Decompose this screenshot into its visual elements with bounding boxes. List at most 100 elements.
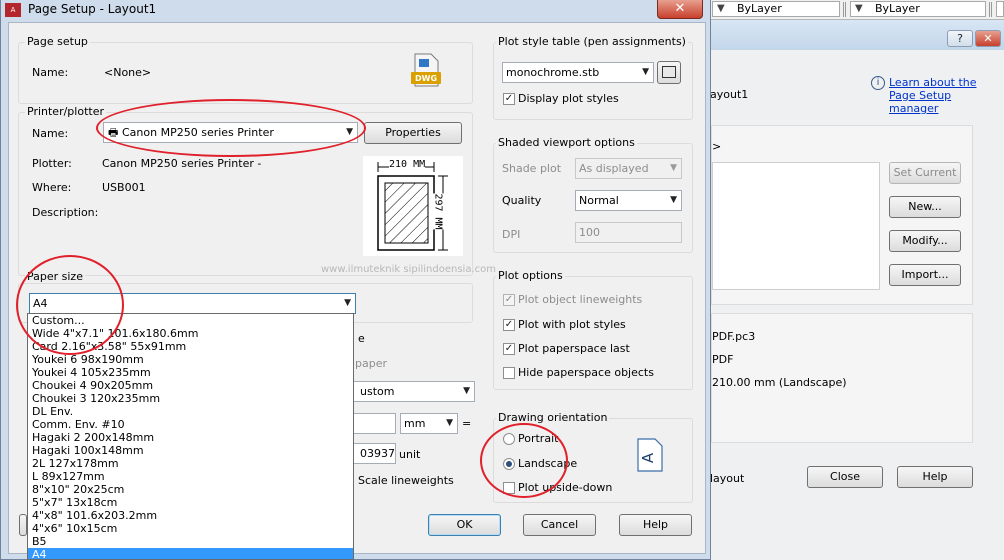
- help-caption-button[interactable]: ?: [947, 30, 973, 47]
- hidden-group-fragment: e: [358, 332, 365, 345]
- paper-size-option[interactable]: Youkei 6 98x190mm: [28, 353, 353, 366]
- dialog-title-bar: A Page Setup - Layout1 ✕: [1, 0, 712, 22]
- where-label: Where:: [32, 181, 72, 194]
- plotter-label: Plotter:: [32, 157, 72, 170]
- paper-size-option[interactable]: DL Env.: [28, 405, 353, 418]
- dialog-title: Page Setup - Layout1: [28, 2, 157, 16]
- shade-plot-value: As displayed: [579, 162, 649, 175]
- detail-plotter: PDF: [712, 353, 734, 366]
- scale-lineweights-label: Scale lineweights: [358, 474, 454, 487]
- page-setup-group: [18, 42, 473, 104]
- cancel-button[interactable]: Cancel: [523, 514, 596, 536]
- modify-button[interactable]: Modify...: [889, 230, 961, 252]
- edit-plot-style-button[interactable]: [657, 61, 681, 84]
- paper-preview: 210 MM 297 MM: [363, 156, 463, 256]
- orientation-group-label: Drawing orientation: [496, 411, 610, 424]
- orientation-preview-icon: A: [637, 438, 663, 472]
- chevron-down-icon: ▼: [344, 298, 351, 308]
- chevron-down-icon: ▼: [717, 3, 725, 14]
- paper-size-option[interactable]: L 89x127mm: [28, 470, 353, 483]
- close-icon: ✕: [674, 1, 686, 16]
- scale-unit-value: 03937: [360, 447, 395, 460]
- plot-style-editor-icon: [662, 66, 676, 78]
- plot-area-combo[interactable]: ustom ▼: [346, 381, 475, 402]
- plot-with-styles-label: Plot with plot styles: [518, 318, 626, 331]
- plot-style-value: monochrome.stb: [506, 66, 600, 79]
- color-combo[interactable]: ▼ ByLayer: [712, 1, 840, 17]
- plot-with-styles-checkbox[interactable]: ✓: [503, 319, 515, 331]
- plot-lineweights-label: Plot object lineweights: [518, 293, 643, 306]
- paper-size-option[interactable]: Choukei 4 90x205mm: [28, 379, 353, 392]
- dpi-label: DPI: [502, 228, 521, 241]
- ok-button[interactable]: OK: [428, 514, 501, 536]
- plot-style-combo[interactable]: monochrome.stb ▼: [502, 62, 654, 83]
- plot-area-value: ustom: [360, 385, 395, 398]
- paper-size-option[interactable]: 2L 127x178mm: [28, 457, 353, 470]
- page-setups-list[interactable]: [712, 162, 880, 290]
- equals-sign: =: [462, 417, 472, 430]
- watermark-text: www.ilmuteknik sipilindoensia.com: [321, 264, 496, 275]
- toolbar-separator: [989, 2, 992, 17]
- display-plot-styles-checkbox[interactable]: ✓: [503, 93, 515, 105]
- manager-close-btn[interactable]: Close: [807, 466, 883, 488]
- paper-size-option[interactable]: Comm. Env. #10: [28, 418, 353, 431]
- paper-size-option[interactable]: A4: [28, 548, 353, 559]
- manager-close-button[interactable]: ✕: [975, 30, 1001, 47]
- setup-name-value: <None>: [104, 66, 152, 79]
- paper-size-option[interactable]: Youkei 4 105x235mm: [28, 366, 353, 379]
- paper-size-option[interactable]: 4"x6" 10x15cm: [28, 522, 353, 535]
- detail-device: PDF.pc3: [712, 330, 756, 343]
- paperspace-last-checkbox[interactable]: ✓: [503, 343, 515, 355]
- printer-group-label: Printer/plotter: [25, 105, 106, 118]
- shade-plot-label: Shade plot: [502, 162, 562, 175]
- current-setup-text: >: [712, 140, 722, 153]
- help-button[interactable]: Help: [619, 514, 692, 536]
- properties-toolbar: ▼ ByLayer ▼ ByLayer: [700, 0, 1004, 20]
- page-setup-group-label: Page setup: [25, 35, 90, 48]
- new-button[interactable]: New...: [889, 196, 961, 218]
- manager-title-bar: ? ✕: [705, 20, 1004, 50]
- plot-options-group-label: Plot options: [496, 269, 565, 282]
- paper-size-option[interactable]: B5: [28, 535, 353, 548]
- annotation-circle-orientation: [480, 423, 568, 498]
- learn-link-line2[interactable]: Page Setup manager: [889, 89, 1004, 115]
- current-layout-label: ayout1: [710, 88, 749, 101]
- paper-size-option[interactable]: 8"x10" 20x25cm: [28, 483, 353, 496]
- printer-properties-button[interactable]: Properties: [364, 122, 462, 144]
- preview-button-edge[interactable]: [19, 514, 27, 536]
- orientation-letter: A: [639, 452, 658, 464]
- annotation-circle-paper-size: [16, 255, 124, 355]
- paper-size-option[interactable]: 4"x8" 101.6x203.2mm: [28, 509, 353, 522]
- annotation-circle-printer: [96, 99, 366, 157]
- dwg-file-icon: DWG: [409, 53, 443, 87]
- dialog-close-button[interactable]: ✕: [657, 0, 703, 19]
- set-current-button[interactable]: Set Current: [889, 162, 961, 184]
- description-label: Description:: [32, 206, 99, 219]
- paper-size-option[interactable]: Hagaki 100x148mm: [28, 444, 353, 457]
- import-button[interactable]: Import...: [889, 264, 961, 286]
- color-combo-value: ByLayer: [737, 2, 782, 15]
- paperspace-last-label: Plot paperspace last: [518, 342, 630, 355]
- toolbar-separator: [843, 2, 846, 17]
- paper-size-option[interactable]: Choukei 3 120x235mm: [28, 392, 353, 405]
- quality-value: Normal: [579, 194, 619, 207]
- info-icon: i: [871, 76, 885, 90]
- lineweight-combo[interactable]: [996, 1, 1004, 17]
- autocad-icon: A: [5, 3, 21, 17]
- linetype-combo[interactable]: ▼ ByLayer: [850, 1, 986, 17]
- paper-size-option[interactable]: 5"x7" 13x18cm: [28, 496, 353, 509]
- plotter-value: Canon MP250 series Printer -: [102, 157, 262, 170]
- scale-units-combo[interactable]: mm ▼: [400, 413, 458, 434]
- paper-size-option[interactable]: Hagaki 2 200x148mm: [28, 431, 353, 444]
- hide-paperspace-checkbox[interactable]: [503, 367, 515, 379]
- hidden-paper-label: paper: [355, 357, 387, 370]
- chevron-down-icon: ▼: [642, 67, 649, 77]
- plot-lineweights-checkbox[interactable]: ✓: [503, 294, 515, 306]
- shade-plot-combo[interactable]: As displayed ▼: [575, 158, 682, 179]
- learn-link-line1[interactable]: Learn about the: [889, 76, 977, 89]
- chevron-down-icon: ▼: [670, 195, 677, 205]
- quality-combo[interactable]: Normal ▼: [575, 190, 682, 211]
- dpi-field[interactable]: 100: [575, 222, 682, 243]
- manager-help-btn[interactable]: Help: [897, 466, 973, 488]
- close-icon: ✕: [983, 32, 993, 45]
